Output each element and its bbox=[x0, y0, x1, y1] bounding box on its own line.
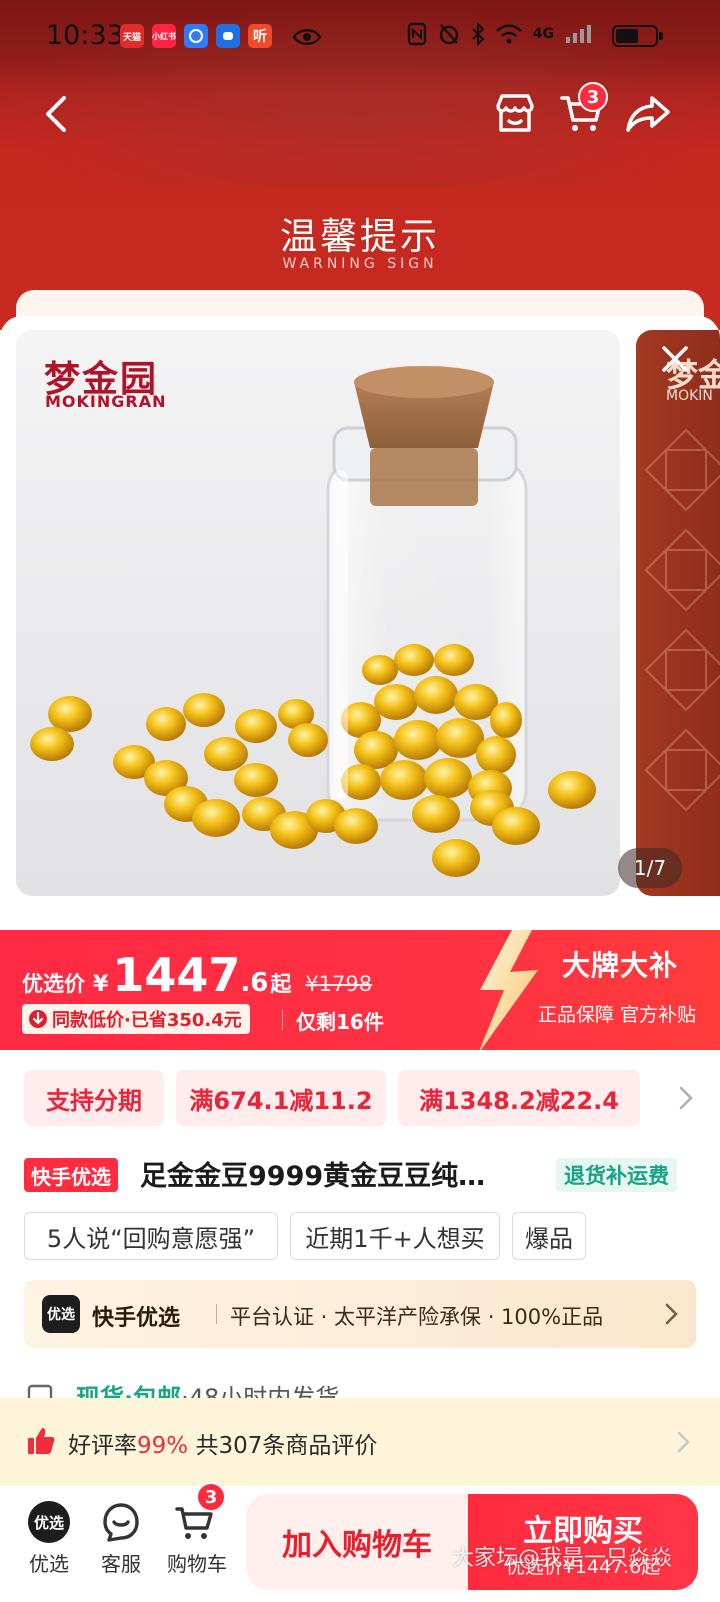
rating-prefix: 好评率 bbox=[68, 1433, 137, 1459]
bluetooth-icon bbox=[472, 22, 485, 46]
guarantee-name: 快手优选 bbox=[92, 1306, 181, 1331]
nfc-icon bbox=[407, 22, 426, 46]
signal-icon bbox=[566, 25, 591, 43]
cart-button[interactable]: 3 bbox=[558, 82, 608, 136]
toolbar-label: 客服 bbox=[101, 1552, 141, 1576]
lightning-bolt-icon bbox=[479, 930, 538, 1050]
popularity-chip[interactable]: 近期1千+人想买 bbox=[290, 1212, 500, 1260]
divider bbox=[216, 1304, 217, 1324]
share-icon[interactable] bbox=[624, 92, 672, 136]
toolbar-customer-service[interactable]: 客服 bbox=[88, 1486, 154, 1586]
coupon-installment[interactable]: 支持分期 bbox=[24, 1070, 164, 1126]
rating-text: 好评率99% 共307条商品评价 bbox=[68, 1426, 377, 1460]
down-arrow-icon bbox=[29, 1010, 47, 1028]
chevron-right-icon bbox=[677, 1431, 690, 1453]
original-price: ¥1798 bbox=[305, 972, 373, 996]
rating-percent: 99% bbox=[137, 1433, 189, 1459]
divider bbox=[282, 1010, 283, 1030]
chevron-right-icon bbox=[665, 1303, 678, 1325]
promo-title: 大牌大补 bbox=[562, 949, 679, 982]
coupon-discount-2[interactable]: 满1348.2减22.4 bbox=[398, 1070, 640, 1126]
app-icon bbox=[184, 24, 208, 48]
return-shipping-tag: 退货补运费 bbox=[556, 1158, 677, 1192]
thumbs-up-icon bbox=[28, 1428, 55, 1454]
savings-badge: 同款低价·已省350.4元 bbox=[22, 1004, 250, 1034]
toolbar-label: 优选 bbox=[29, 1552, 69, 1576]
cart-badge: 3 bbox=[196, 1482, 226, 1512]
price-decimal: .6 bbox=[240, 968, 269, 998]
eye-icon bbox=[292, 29, 322, 45]
youxuan-icon: 优选 bbox=[28, 1501, 70, 1543]
cart-badge: 3 bbox=[578, 82, 608, 112]
gold-beans-jar-illustration bbox=[30, 366, 596, 877]
promo-subtitle: 正品保障 官方补贴 bbox=[538, 1004, 697, 1026]
tmall-icon: 天猫 bbox=[120, 24, 144, 48]
toolbar-label: 购物车 bbox=[167, 1552, 227, 1576]
status-time: 10:33 bbox=[46, 20, 124, 51]
product-title[interactable]: 足金金豆9999黄金豆豆纯… bbox=[140, 1154, 540, 1193]
lattice-pattern bbox=[644, 428, 720, 812]
store-icon[interactable] bbox=[492, 90, 538, 136]
hot-item-chip[interactable]: 爆品 bbox=[512, 1212, 586, 1260]
svg-text:优选: 优选 bbox=[34, 1514, 64, 1532]
coupon-discount-1[interactable]: 满674.1减11.2 bbox=[176, 1070, 386, 1126]
guarantee-bar[interactable]: 优选 快手优选 平台认证 · 太平洋产险承保 · 100%正品 bbox=[24, 1280, 696, 1348]
guarantee-text: 平台认证 · 太平洋产险承保 · 100%正品 bbox=[230, 1305, 604, 1329]
back-icon[interactable] bbox=[36, 92, 80, 136]
wifi-icon bbox=[495, 24, 522, 44]
page-indicator: 1/7 bbox=[618, 848, 682, 888]
close-icon[interactable] bbox=[656, 340, 694, 378]
review-highlight-chip[interactable]: 5人说“回购意愿强” bbox=[24, 1212, 278, 1260]
network-type: 4G bbox=[532, 26, 554, 42]
next-product-image[interactable]: 梦金 MOKIN bbox=[636, 330, 720, 896]
status-bar: 10:33 天猫 小红书 听 4G bbox=[0, 0, 720, 76]
product-gallery[interactable]: 梦金园 MOKINGRAN 梦金 MOKIN 1/7 bbox=[0, 316, 720, 920]
listen-icon: 听 bbox=[248, 24, 272, 48]
alarm-off-icon bbox=[439, 24, 458, 45]
chevron-right-icon[interactable] bbox=[676, 1084, 696, 1112]
stock-remaining: 仅剩16件 bbox=[296, 1010, 384, 1034]
status-app-icons: 天猫 小红书 听 bbox=[120, 24, 272, 48]
rating-bar[interactable]: 好评率99% 共307条商品评价 bbox=[0, 1398, 720, 1486]
price-banner: 优选价 ¥ 1447 .6 起 ¥1798 同款低价·已省350.4元 仅剩16… bbox=[0, 930, 720, 1050]
kuaishou-youxuan-tag: 快手优选 bbox=[24, 1158, 118, 1192]
savings-text: 同款低价·已省350.4元 bbox=[52, 1010, 242, 1031]
warning-subtitle: WARNING SIGN bbox=[282, 256, 438, 272]
youxuan-logo-icon: 优选 bbox=[42, 1295, 80, 1333]
watermark-text: 大家坛@我是一只焱焱 bbox=[452, 1546, 673, 1571]
price-currency: ¥ bbox=[93, 972, 109, 997]
toolbar-cart[interactable]: 3 购物车 bbox=[162, 1482, 232, 1586]
price-label: 优选价 bbox=[22, 972, 85, 996]
toolbar-youxuan[interactable]: 优选 优选 bbox=[16, 1486, 82, 1586]
status-indicators: 4G bbox=[407, 22, 594, 46]
customer-service-icon bbox=[103, 1503, 139, 1542]
price-suffix: 起 bbox=[270, 972, 292, 996]
review-count: 共307条商品评价 bbox=[195, 1433, 378, 1459]
price-row: 优选价 ¥ 1447 .6 起 ¥1798 bbox=[22, 948, 372, 1002]
price-integer: 1447 bbox=[112, 948, 241, 1002]
add-to-cart-button[interactable]: 加入购物车 bbox=[246, 1494, 468, 1590]
app-icon bbox=[216, 24, 240, 48]
xiaohongshu-icon: 小红书 bbox=[152, 24, 176, 48]
product-image[interactable]: 梦金园 MOKINGRAN bbox=[16, 330, 620, 896]
battery-icon bbox=[612, 25, 663, 47]
warning-title: 温馨提示 bbox=[280, 215, 440, 258]
